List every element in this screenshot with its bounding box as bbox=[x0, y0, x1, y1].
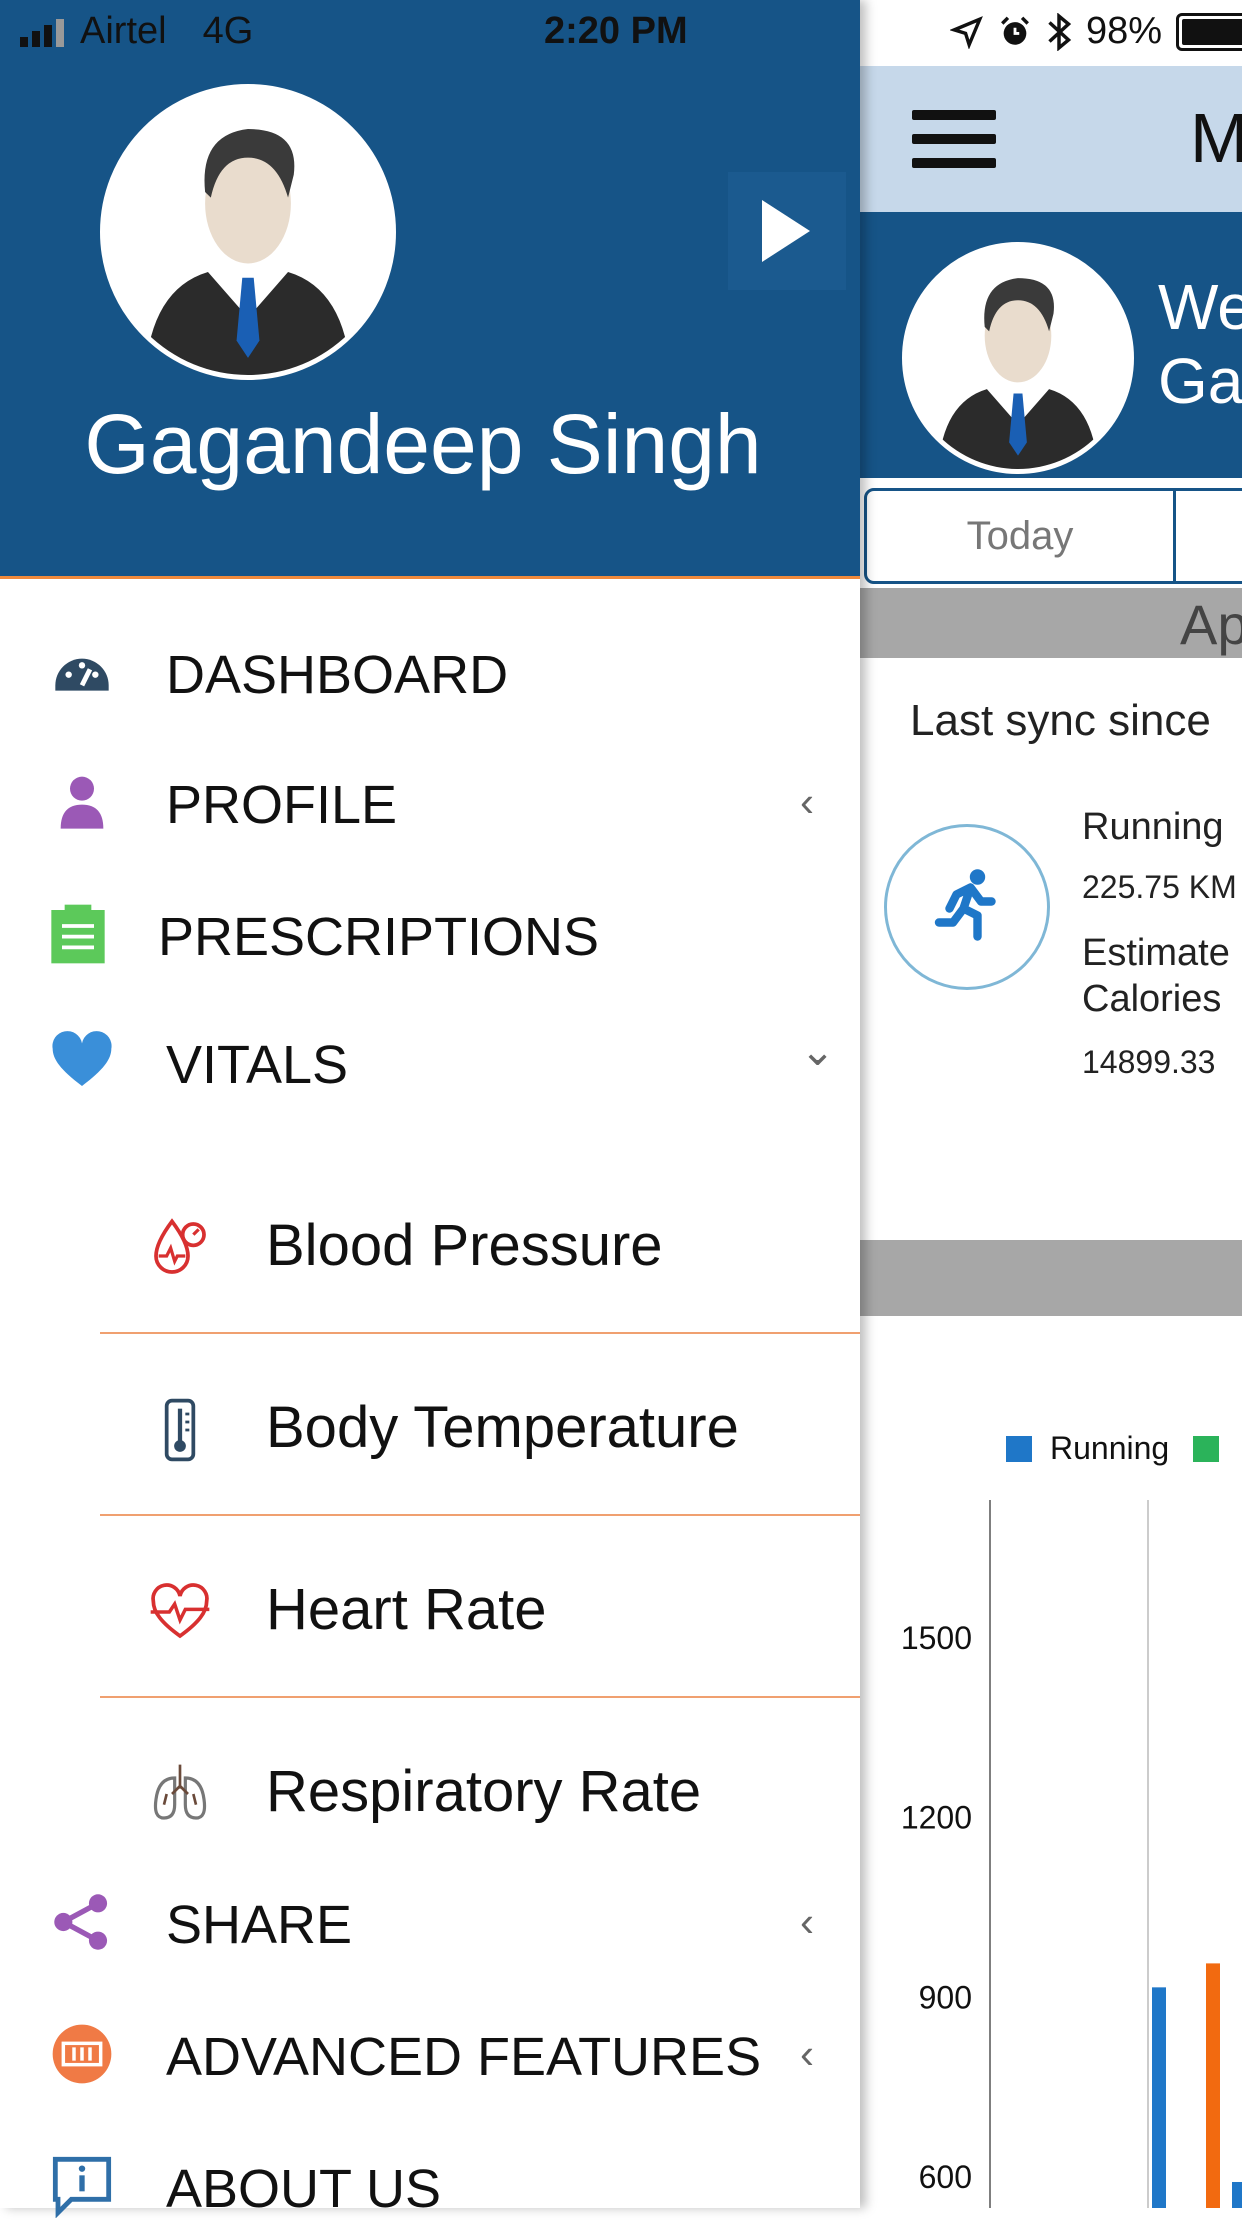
menu-item-vitals[interactable]: VITALS ⌄ bbox=[0, 1004, 860, 1114]
status-time: 2:20 PM bbox=[544, 10, 688, 52]
last-sync-text: Last sync since bbox=[910, 696, 1211, 745]
hamburger-menu-icon[interactable] bbox=[912, 110, 996, 182]
alarm-icon bbox=[1000, 16, 1029, 45]
menu-label-prescriptions: PRESCRIPTIONS bbox=[158, 907, 600, 967]
submenu-item-heart-rate[interactable]: Heart Rate bbox=[100, 1518, 860, 1698]
section-header: Ap bbox=[860, 588, 1242, 658]
user-name: Gagandeep Singh bbox=[84, 397, 762, 491]
menu-item-share[interactable]: SHARE ‹ bbox=[0, 1864, 860, 1974]
submenu-item-body-temperature[interactable]: Body Temperature bbox=[100, 1336, 860, 1516]
clipboard-icon bbox=[51, 904, 105, 964]
advanced-features-icon bbox=[52, 2024, 112, 2084]
menu-label-vitals: VITALS bbox=[166, 1035, 349, 1095]
chevron-down-icon: ⌄ bbox=[800, 1027, 836, 1074]
welcome-line-2: Ga bbox=[1158, 345, 1242, 417]
activity-bar-chart: 600 900 1200 1500 bbox=[901, 1500, 1242, 2208]
estimated-label: Estimate bbox=[1082, 932, 1230, 974]
submenu-label-blood-pressure: Blood Pressure bbox=[266, 1213, 663, 1278]
chevron-left-icon: ‹ bbox=[800, 778, 814, 825]
submenu-item-blood-pressure[interactable]: Blood Pressure bbox=[100, 1154, 860, 1334]
signal-strength-icon bbox=[20, 17, 64, 47]
menu-item-profile[interactable]: PROFILE ‹ bbox=[0, 744, 860, 854]
chart-y-tick-label: 900 bbox=[919, 1979, 972, 2015]
menu-label-about-us: ABOUT US bbox=[166, 2159, 442, 2219]
avatar bbox=[902, 242, 1134, 474]
share-icon bbox=[54, 1894, 108, 1950]
running-distance: 225.75 KM bbox=[1082, 869, 1237, 905]
chart-section-header bbox=[860, 1240, 1242, 1316]
period-tabs: Today bbox=[864, 488, 1242, 584]
drawer-header: Gagandeep Singh bbox=[0, 0, 860, 579]
divider bbox=[100, 1332, 860, 1334]
welcome-line-1: We bbox=[1158, 271, 1242, 343]
battery-icon bbox=[1176, 12, 1242, 51]
chart-y-tick-label: 1500 bbox=[901, 1620, 972, 1656]
running-person-icon bbox=[934, 869, 996, 941]
thermometer-icon bbox=[164, 1398, 196, 1462]
profile-avatar[interactable] bbox=[100, 84, 396, 380]
running-label: Running bbox=[1082, 806, 1224, 848]
bluetooth-icon bbox=[1048, 12, 1072, 51]
submenu-label-body-temperature: Body Temperature bbox=[266, 1395, 739, 1460]
chevron-left-icon: ‹ bbox=[800, 1898, 814, 1945]
chart-bar bbox=[1152, 1987, 1166, 2208]
section-header-text: Ap bbox=[1180, 593, 1242, 656]
blood-pressure-icon bbox=[154, 1218, 206, 1274]
divider bbox=[100, 1514, 860, 1516]
app-title: M bbox=[1190, 99, 1242, 177]
battery-percent: 98% bbox=[1085, 10, 1162, 52]
carrier-name: Airtel bbox=[80, 10, 167, 52]
chevron-left-icon: ‹ bbox=[800, 2030, 814, 2077]
menu-item-dashboard[interactable]: DASHBOARD bbox=[0, 614, 860, 724]
network-type: 4G bbox=[202, 10, 254, 52]
menu-label-profile: PROFILE bbox=[166, 775, 398, 835]
tab-today[interactable]: Today bbox=[867, 491, 1176, 581]
lungs-icon bbox=[153, 1764, 207, 1820]
dashboard-gauge-icon bbox=[55, 658, 109, 691]
chart-y-tick-label: 600 bbox=[919, 2159, 972, 2195]
menu-item-prescriptions[interactable]: PRESCRIPTIONS bbox=[0, 876, 860, 986]
menu-item-advanced-features[interactable]: ADVANCED FEATURES ‹ bbox=[0, 1996, 860, 2106]
calories-label: Calories bbox=[1082, 978, 1222, 1020]
legend-label-running: Running bbox=[1050, 1430, 1170, 1466]
menu-label-dashboard: DASHBOARD bbox=[166, 645, 509, 705]
info-icon bbox=[52, 2156, 112, 2218]
chart-bar bbox=[1232, 2181, 1242, 2208]
main-app-panel: M We Ga Today Ap Last sync since Running… bbox=[860, 0, 1242, 2208]
calories-value: 14899.33 bbox=[1082, 1044, 1216, 1080]
divider bbox=[100, 1696, 860, 1698]
chart-y-tick-label: 1200 bbox=[901, 1800, 972, 1836]
legend-swatch-running bbox=[1006, 1435, 1032, 1462]
navigation-drawer: Gagandeep Singh DASHBOARD PROFILE ‹ PRES… bbox=[0, 0, 860, 2219]
play-icon[interactable] bbox=[728, 172, 846, 290]
menu-label-share: SHARE bbox=[166, 1895, 353, 1955]
menu-label-advanced-features: ADVANCED FEATURES bbox=[166, 2027, 762, 2087]
heart-rate-icon bbox=[150, 1583, 210, 1639]
legend-swatch-green bbox=[1193, 1435, 1220, 1462]
app-bar: M bbox=[860, 66, 1242, 212]
submenu-label-heart-rate: Heart Rate bbox=[266, 1577, 547, 1642]
submenu-label-respiratory-rate: Respiratory Rate bbox=[266, 1759, 702, 1824]
welcome-banner: We Ga bbox=[860, 212, 1242, 478]
chart-bar bbox=[1206, 1963, 1220, 2208]
running-activity-badge bbox=[884, 824, 1050, 990]
location-arrow-icon bbox=[949, 15, 983, 49]
status-bar: Airtel 4G 2:20 PM 98% bbox=[0, 0, 1242, 66]
menu-item-about-us[interactable]: ABOUT US bbox=[0, 2128, 860, 2238]
chart-legend: Running bbox=[1006, 1430, 1237, 1467]
submenu-item-respiratory-rate[interactable]: Respiratory Rate bbox=[100, 1700, 860, 1880]
heart-icon bbox=[52, 1031, 112, 1086]
person-icon bbox=[60, 776, 104, 829]
